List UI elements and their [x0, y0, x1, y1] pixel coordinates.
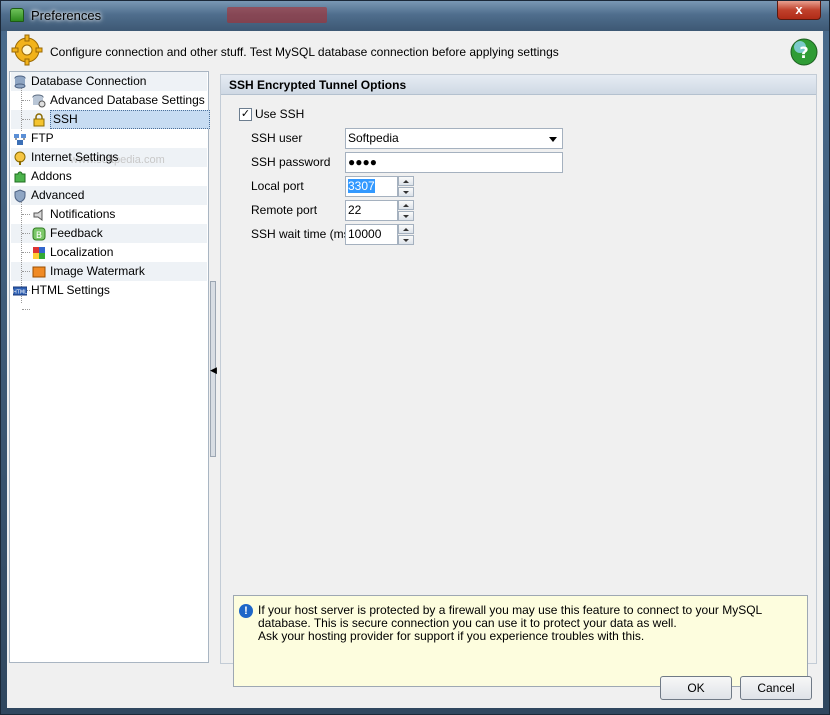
- app-icon: [10, 8, 24, 22]
- local-port-up-button[interactable]: [398, 176, 414, 186]
- wait-time-up-button[interactable]: [398, 224, 414, 234]
- local-port-value: 3307: [348, 179, 375, 193]
- remote-port-up-button[interactable]: [398, 200, 414, 210]
- header-description: Configure connection and other stuff. Te…: [50, 45, 559, 59]
- ssh-user-label: SSH user: [251, 131, 303, 145]
- help-icon[interactable]: ?: [789, 37, 819, 67]
- wait-time-label: SSH wait time (ms): [251, 227, 354, 241]
- preferences-window: Preferences x Configure connection and o…: [0, 0, 830, 715]
- remote-port-input[interactable]: 22: [345, 200, 398, 221]
- remote-port-label: Remote port: [251, 203, 318, 217]
- tree-item-label: Internet Settings: [31, 150, 119, 164]
- svg-text:?: ?: [799, 43, 808, 62]
- remote-port-spinner[interactable]: 22: [345, 200, 415, 221]
- tree-item-label: FTP: [31, 131, 54, 145]
- tree-item-label: Database Connection: [31, 74, 147, 88]
- ftp-icon: [14, 134, 26, 145]
- remote-port-value: 22: [348, 203, 362, 217]
- ok-button[interactable]: OK: [660, 676, 732, 700]
- notification-icon: [33, 209, 43, 221]
- svg-text:B: B: [36, 231, 42, 241]
- info-line-2: Ask your hosting provider for support if…: [258, 629, 645, 643]
- panel-title: SSH Encrypted Tunnel Options: [221, 75, 816, 95]
- image-icon: [32, 266, 46, 278]
- tree-item-label: SSH: [50, 110, 210, 129]
- info-line-1: If your host server is protected by a fi…: [258, 603, 762, 630]
- tree-item-label: HTML Settings: [31, 283, 110, 297]
- local-port-spinner[interactable]: 3307: [345, 176, 415, 197]
- svg-text:HTML: HTML: [13, 290, 27, 296]
- database-icon: [14, 75, 26, 89]
- background-window-glimpse: [227, 7, 327, 23]
- wait-time-value: 10000: [348, 227, 382, 241]
- ssh-user-dropdown[interactable]: Softpedia: [345, 128, 563, 149]
- html-icon: HTML: [13, 286, 27, 296]
- lock-icon: [33, 113, 45, 127]
- use-ssh-label: Use SSH: [255, 107, 305, 121]
- dialog-client: Configure connection and other stuff. Te…: [7, 31, 823, 708]
- internet-icon: [14, 151, 26, 165]
- splitter[interactable]: ◀: [209, 71, 217, 663]
- ssh-password-field[interactable]: ●●●●: [345, 152, 563, 173]
- settings-tree[interactable]: www.softpedia.com Database Connection Ad…: [9, 71, 210, 663]
- tree-item-label: Localization: [50, 245, 114, 259]
- use-ssh-checkbox[interactable]: ✓: [239, 108, 252, 121]
- tree-item-label: Addons: [31, 169, 72, 183]
- tree-item-label: Feedback: [50, 226, 103, 240]
- puzzle-icon: [14, 171, 26, 183]
- wait-time-down-button[interactable]: [398, 235, 414, 245]
- local-port-down-button[interactable]: [398, 187, 414, 197]
- flag-icon: [33, 247, 45, 259]
- info-icon: !: [239, 604, 253, 618]
- remote-port-down-button[interactable]: [398, 211, 414, 221]
- ssh-password-label: SSH password: [251, 155, 331, 169]
- tree-item-label: Advanced: [31, 188, 85, 202]
- tree-item-label: Notifications: [50, 207, 116, 221]
- tree-item-label: Image Watermark: [50, 264, 145, 278]
- info-text: If your host server is protected by a fi…: [258, 604, 803, 643]
- header-bar: Configure connection and other stuff. Te…: [7, 31, 823, 71]
- local-port-label: Local port: [251, 179, 304, 193]
- ssh-user-value: Softpedia: [348, 131, 399, 145]
- ssh-options-panel: SSH Encrypted Tunnel Options ✓ Use SSH S…: [220, 74, 817, 687]
- ssh-password-value: ●●●●: [348, 155, 377, 169]
- tree-item-label: Advanced Database Settings: [50, 93, 205, 107]
- gear-icon: [11, 34, 43, 66]
- feedback-icon: B: [32, 227, 46, 241]
- local-port-input[interactable]: 3307: [345, 176, 398, 197]
- wait-time-spinner[interactable]: 10000: [345, 224, 415, 245]
- window-title: Preferences: [31, 8, 102, 23]
- database-settings-icon: [32, 94, 46, 108]
- close-button[interactable]: x: [777, 1, 821, 20]
- wait-time-input[interactable]: 10000: [345, 224, 398, 245]
- chevron-down-icon[interactable]: [549, 137, 557, 142]
- cancel-button[interactable]: Cancel: [740, 676, 812, 700]
- shield-icon: [14, 189, 26, 203]
- collapse-arrow-icon[interactable]: ◀: [210, 365, 217, 376]
- info-box: ! If your host server is protected by a …: [233, 595, 808, 687]
- title-bar[interactable]: Preferences x: [1, 1, 829, 31]
